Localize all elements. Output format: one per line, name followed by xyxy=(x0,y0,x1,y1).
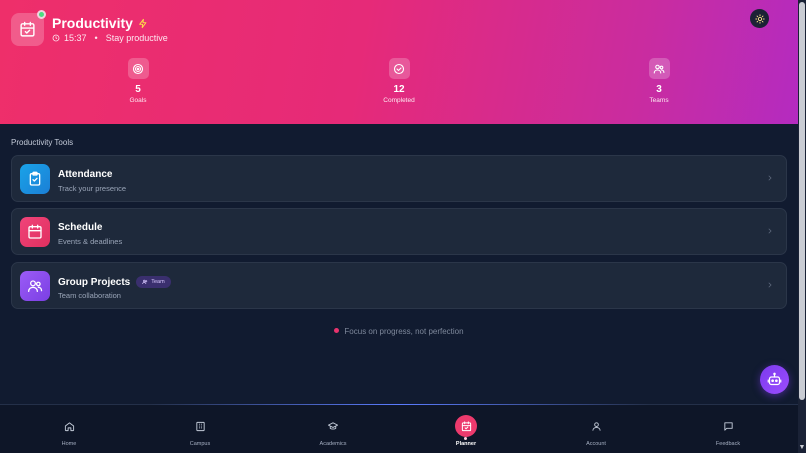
nav-top-glow xyxy=(150,404,650,405)
lightning-icon xyxy=(139,18,147,28)
nav-item-planner[interactable]: Planner xyxy=(436,415,496,447)
team-badge: Team xyxy=(136,276,171,288)
nav-icon-box xyxy=(322,415,344,437)
bottom-nav: Home Campus Academics Planner Account Fe… xyxy=(0,404,798,453)
stat-value: 3 xyxy=(656,84,662,95)
stat-value: 12 xyxy=(393,84,405,95)
nav-item-account[interactable]: Account xyxy=(566,415,626,447)
card-subtitle: Events & deadlines xyxy=(58,237,123,246)
nav-item-campus[interactable]: Campus xyxy=(170,415,230,447)
nav-label: Feedback xyxy=(715,441,741,447)
users-icon xyxy=(653,64,665,74)
theme-toggle-button[interactable] xyxy=(750,9,769,28)
separator: • xyxy=(94,33,98,43)
check-circle-icon xyxy=(393,63,405,74)
clock-time: 15:37 xyxy=(64,33,87,43)
tool-card-attendance[interactable]: Attendance Track your presence xyxy=(11,155,787,202)
nav-item-feedback[interactable]: Feedback xyxy=(698,415,758,447)
chevron-right-icon xyxy=(768,228,772,234)
scrollbar-thumb[interactable] xyxy=(799,2,805,400)
nav-icon-box-active xyxy=(455,415,477,437)
card-icon-box xyxy=(20,164,50,194)
stat-icon-box xyxy=(388,58,410,79)
chevron-right-icon xyxy=(768,282,772,288)
nav-icon-box xyxy=(585,415,607,437)
sun-icon xyxy=(754,13,765,24)
card-title: Schedule xyxy=(58,222,102,233)
page-title: Productivity xyxy=(52,15,148,31)
tagline: Focus on progress, not perfection xyxy=(0,327,798,336)
stat-completed: 12 Completed xyxy=(369,58,429,104)
stat-label: Teams xyxy=(649,97,669,104)
user-icon xyxy=(591,421,601,431)
header-subtitle: 15:37 • Stay productive xyxy=(52,33,168,43)
home-icon xyxy=(64,421,74,431)
active-indicator-dot xyxy=(464,437,467,440)
page-title-text: Productivity xyxy=(52,15,133,31)
card-title: Group Projects Team xyxy=(58,276,171,288)
stat-label: Goals xyxy=(129,97,147,104)
header: Productivity 15:37 • Stay productive 5 G… xyxy=(0,0,798,124)
users-icon xyxy=(142,279,148,285)
card-subtitle: Team collaboration xyxy=(58,291,121,300)
calendar-check-icon xyxy=(20,21,35,37)
nav-icon-box xyxy=(189,415,211,437)
nav-label: Home xyxy=(61,441,77,447)
card-icon-box xyxy=(20,271,50,301)
card-icon-box xyxy=(20,217,50,247)
robot-icon xyxy=(767,372,782,386)
nav-item-home[interactable]: Home xyxy=(39,415,99,447)
building-icon xyxy=(195,421,205,431)
card-title-text: Attendance xyxy=(58,169,113,180)
calendar-icon xyxy=(28,224,42,239)
users-icon xyxy=(28,280,43,292)
card-title-text: Schedule xyxy=(58,222,103,233)
stat-goals: 5 Goals xyxy=(108,58,168,104)
tagline-dot xyxy=(334,328,340,334)
nav-label: Campus xyxy=(189,441,211,447)
nav-label: Academics xyxy=(319,441,347,447)
tagline-text: Focus on progress, not perfection xyxy=(344,327,464,336)
badge-label: Team xyxy=(151,279,165,285)
nav-icon-box xyxy=(58,415,80,437)
assistant-bot-button[interactable] xyxy=(760,365,789,394)
subtitle-text: Stay productive xyxy=(105,33,168,43)
tool-card-schedule[interactable]: Schedule Events & deadlines xyxy=(11,208,787,255)
nav-label: Account xyxy=(586,441,606,447)
graduation-cap-icon xyxy=(327,421,339,429)
card-subtitle: Track your presence xyxy=(58,184,127,193)
card-title-text: Group Projects xyxy=(58,276,131,288)
online-status-dot xyxy=(37,10,46,19)
chevron-right-icon xyxy=(768,175,772,181)
clock-icon xyxy=(52,34,60,42)
calendar-check-icon xyxy=(461,420,471,431)
target-icon xyxy=(132,63,144,74)
stat-value: 5 xyxy=(135,84,141,95)
tool-card-group-projects[interactable]: Group Projects Team Team collaboration xyxy=(11,262,787,309)
clipboard-check-icon xyxy=(29,171,41,186)
nav-icon-box xyxy=(717,415,739,437)
stat-label: Completed xyxy=(383,97,415,104)
nav-label: Planner xyxy=(455,441,477,447)
scroll-down-arrow[interactable]: ▼ xyxy=(798,444,806,452)
page-scrollbar[interactable]: ▼ xyxy=(798,0,806,453)
section-title: Productivity Tools xyxy=(11,138,74,147)
stat-icon-box xyxy=(648,58,670,79)
stat-icon-box xyxy=(127,58,149,79)
app-root: Productivity 15:37 • Stay productive 5 G… xyxy=(0,0,798,453)
card-title: Attendance xyxy=(58,169,112,180)
stat-teams: 3 Teams xyxy=(629,58,689,104)
message-icon xyxy=(723,421,733,431)
nav-item-academics[interactable]: Academics xyxy=(303,415,363,447)
